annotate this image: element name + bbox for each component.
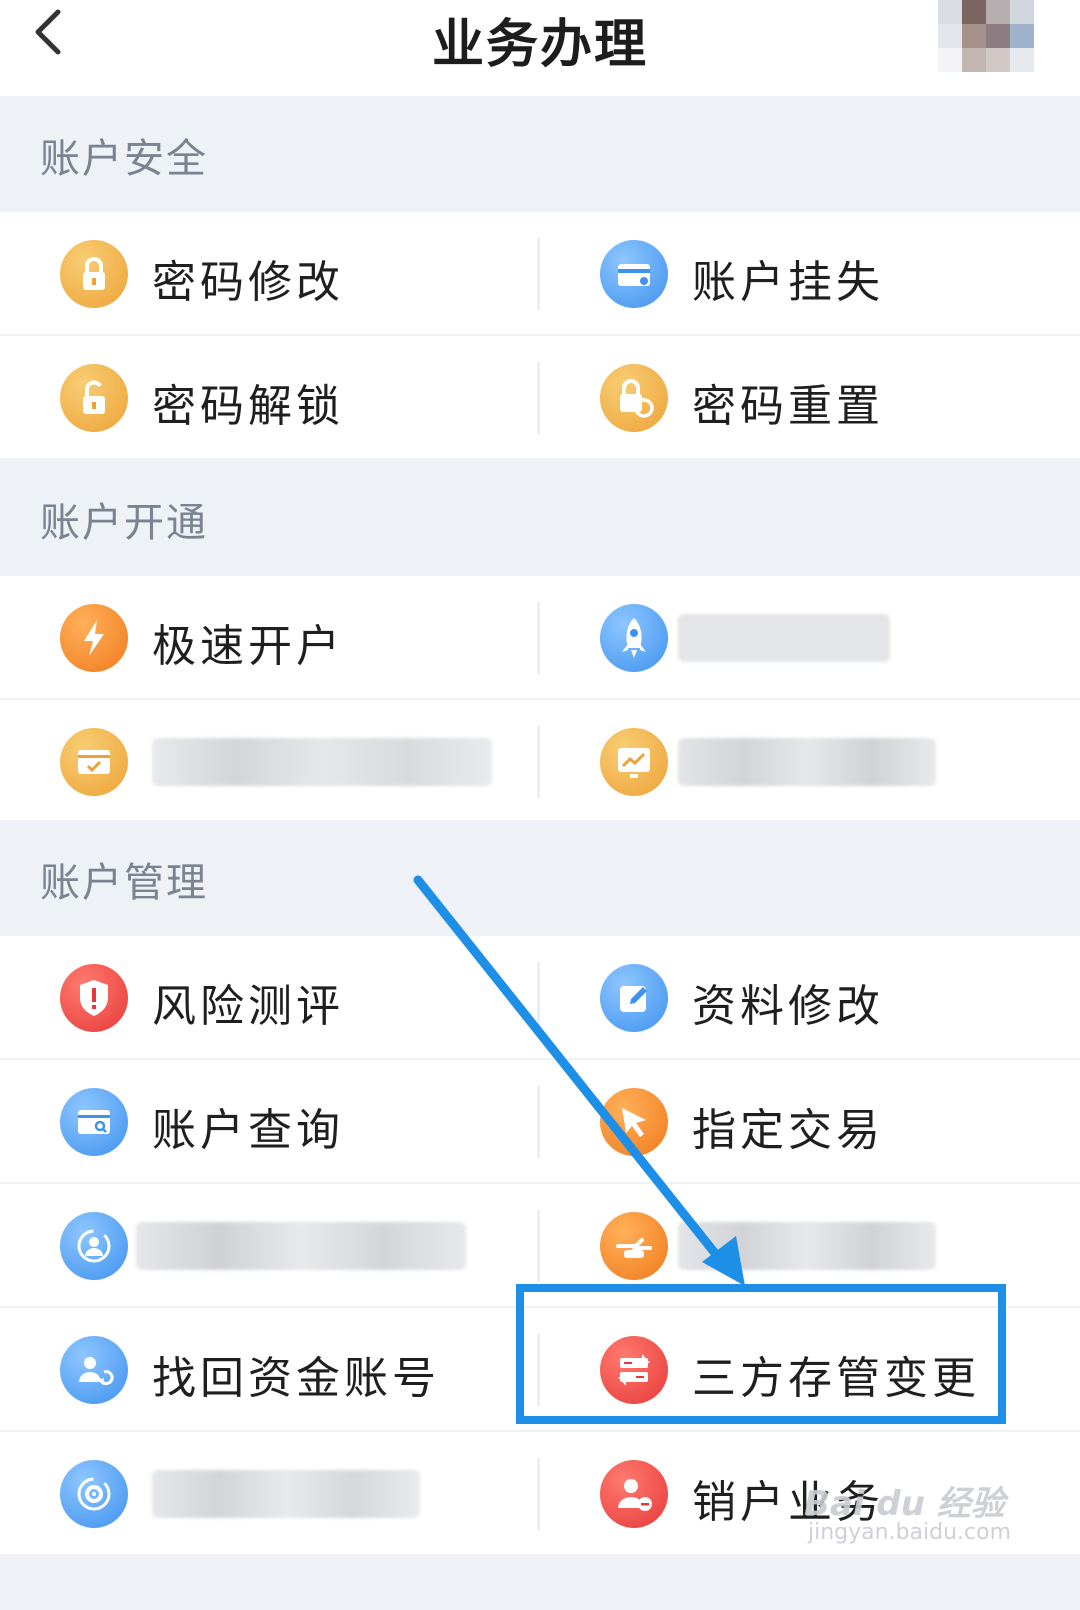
redacted-text [678,614,890,662]
card-icon [600,240,668,308]
cursor-icon [600,1088,668,1156]
grid-row: 极速开户 [0,576,1080,700]
section-title: 账户管理 [40,860,208,906]
grid-row [0,1184,1080,1308]
menu-item-label: 账户挂失 [692,257,884,308]
menu-item-label: 密码修改 [152,257,344,308]
menu-item-redacted[interactable] [540,1184,1060,1306]
section-header-account-security: 账户安全 [0,96,1080,212]
menu-item-account-loss-report[interactable]: 账户挂失 [540,212,1060,334]
watermark: Bai du 经验 jingyan.baidu.com [800,1476,1060,1556]
menu-item-label: 风险测评 [152,981,344,1032]
card-search-icon [60,1088,128,1156]
page-title: 业务办理 [431,15,648,75]
grid-row: 密码修改 账户挂失 [0,212,1080,336]
menu-item-recover-fund-account[interactable]: 找回资金账号 [0,1308,520,1430]
menu-item-fast-open[interactable]: 极速开户 [0,576,520,698]
redacted-text [152,1470,420,1518]
user-refresh-icon [60,1212,128,1280]
lock-icon [60,240,128,308]
menu-item-label: 找回资金账号 [152,1353,440,1404]
menu-item-label: 密码重置 [692,381,884,432]
avatar[interactable] [938,0,1034,72]
menu-item-password-change[interactable]: 密码修改 [0,212,520,334]
menu-item-third-party-custody-change[interactable]: 三方存管变更 [540,1308,1060,1430]
gear-refresh-icon [60,1460,128,1528]
user-return-icon [60,1336,128,1404]
watermark-url: jingyan.baidu.com [808,1520,1012,1545]
menu-item-label: 账户查询 [152,1105,344,1156]
shield-alert-icon [60,964,128,1032]
menu-item-redacted[interactable] [0,1184,520,1306]
rocket-icon [600,604,668,672]
menu-item-info-edit[interactable]: 资料修改 [540,936,1060,1058]
menu-item-designated-trade[interactable]: 指定交易 [540,1060,1060,1182]
section-header-account-management: 账户管理 [0,820,1080,936]
grid-row [0,700,1080,824]
card-check-icon [60,728,128,796]
menu-item-redacted[interactable] [0,700,520,822]
section-title: 账户安全 [40,136,208,182]
grid-row: 风险测评 资料修改 [0,936,1080,1060]
section-title: 账户开通 [40,500,208,546]
section-header-account-open: 账户开通 [0,460,1080,576]
lightning-icon [60,604,128,672]
grid-row: 找回资金账号 三方存管变更 [0,1308,1080,1432]
edit-icon [600,964,668,1032]
redacted-text [678,1222,936,1270]
grid-row: 账户查询 指定交易 [0,1060,1080,1184]
menu-item-label: 资料修改 [692,981,884,1032]
menu-item-risk-assessment[interactable]: 风险测评 [0,936,520,1058]
watermark-logo: Bai du 经验 [804,1484,1005,1524]
menu-item-redacted[interactable] [0,1432,520,1554]
grid-row: 密码解锁 密码重置 [0,336,1080,460]
menu-item-label: 密码解锁 [152,381,344,432]
menu-item-label: 极速开户 [152,621,344,672]
menu-item-label: 三方存管变更 [692,1353,980,1404]
redacted-text [152,738,492,786]
hand-exchange-icon [600,1212,668,1280]
menu-item-account-query[interactable]: 账户查询 [0,1060,520,1182]
bottom-spacer [0,1556,1080,1610]
menu-item-label: 指定交易 [692,1105,884,1156]
header-bar: 业务办理 [0,0,1080,96]
redacted-text [136,1222,466,1270]
lock-reset-icon [600,364,668,432]
menu-item-redacted[interactable] [540,700,1060,822]
chart-screen-icon [600,728,668,796]
transfer-icon [600,1336,668,1404]
menu-item-password-reset[interactable]: 密码重置 [540,336,1060,458]
unlock-icon [60,364,128,432]
menu-item-redacted[interactable] [540,576,1060,698]
redacted-text [678,738,936,786]
menu-item-password-unlock[interactable]: 密码解锁 [0,336,520,458]
user-remove-icon [600,1460,668,1528]
